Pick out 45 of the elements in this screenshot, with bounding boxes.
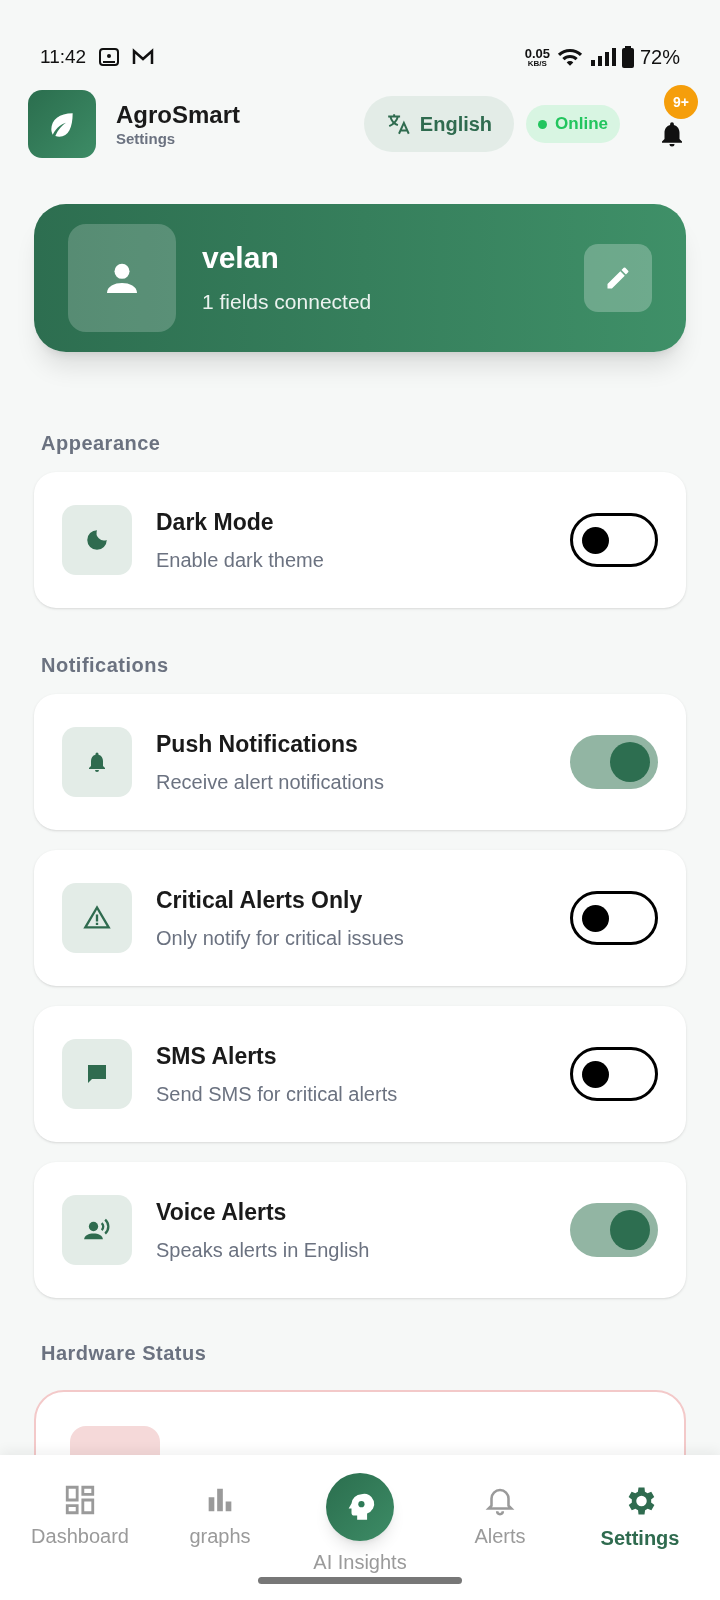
toggle-switch[interactable] — [570, 735, 658, 789]
battery-icon — [621, 46, 634, 68]
setting-title: Voice Alerts — [156, 1197, 288, 1227]
nav-tab[interactable]: Dashboard — [10, 1473, 150, 1551]
chat-icon — [85, 1062, 109, 1086]
nav-tab[interactable]: AI Insights — [290, 1473, 430, 1577]
setting-title: SMS Alerts — [156, 1041, 278, 1071]
setting-title: Dark Mode — [156, 507, 275, 537]
setting-description: Send SMS for critical alerts — [156, 1082, 398, 1108]
toggle-switch[interactable] — [570, 513, 658, 567]
notification-count-badge: 9+ — [664, 85, 698, 119]
language-button[interactable]: English — [363, 96, 515, 152]
status-time: 11:42 — [40, 44, 87, 69]
photo-notification-icon — [98, 47, 121, 67]
dashboard-icon — [63, 1483, 97, 1517]
setting-title: Critical Alerts Only — [156, 885, 364, 915]
wifi-icon — [555, 46, 584, 68]
setting-description: Only notify for critical issues — [156, 926, 404, 952]
setting-description: Enable dark theme — [156, 548, 324, 574]
mail-icon — [132, 48, 155, 66]
warning-icon — [83, 904, 111, 932]
user-name: velan — [202, 239, 280, 276]
app-title: AgroSmart — [116, 99, 241, 130]
nav-tab[interactable]: Settings — [570, 1473, 710, 1553]
signal-icon — [589, 47, 616, 67]
network-speed: 0.05 — [524, 46, 550, 60]
online-label: Online — [555, 113, 608, 136]
fields-count: 1 fields connected — [202, 289, 372, 315]
setting-title: Push Notifications — [156, 729, 359, 759]
section-heading: Hardware Status — [41, 1341, 208, 1366]
setting-description: Receive alert notifications — [156, 770, 384, 796]
edit-profile-button[interactable] — [584, 244, 652, 312]
nav-tab[interactable]: Alerts — [430, 1473, 570, 1551]
translate-icon — [385, 111, 412, 137]
page-subtitle: Settings — [116, 129, 177, 149]
toggle-switch[interactable] — [570, 1047, 658, 1101]
moon-icon — [84, 527, 110, 553]
nav-tab[interactable]: graphs — [150, 1473, 290, 1551]
section-heading: Notifications — [41, 653, 170, 678]
section-heading: Appearance — [41, 431, 162, 456]
setting-description: Speaks alerts in English — [156, 1238, 370, 1264]
toggle-switch[interactable] — [570, 891, 658, 945]
toggle-switch[interactable] — [570, 1203, 658, 1257]
network-speed-unit: KB/S — [527, 59, 547, 68]
battery-percent: 72% — [639, 45, 680, 70]
